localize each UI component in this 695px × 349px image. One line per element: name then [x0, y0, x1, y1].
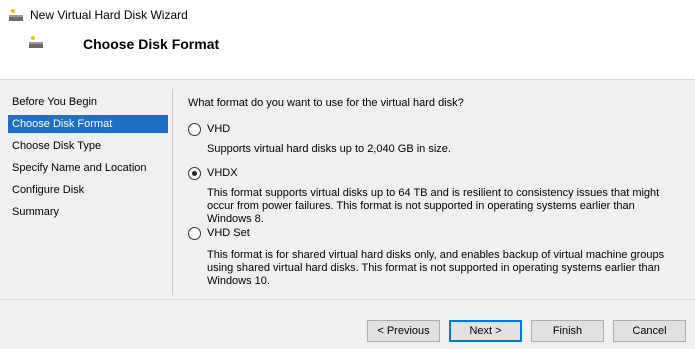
cancel-button[interactable]: Cancel — [613, 320, 686, 342]
description-vhd: Supports virtual hard disks up to 2,040 … — [207, 143, 451, 155]
description-vhd-set: This format is for shared virtual hard d… — [207, 249, 665, 287]
radio-label-vhd-set[interactable]: VHD Set — [207, 227, 250, 239]
title-bar: New Virtual Hard Disk Wizard — [0, 0, 695, 30]
radio-vhd[interactable]: VHD — [188, 121, 230, 137]
nav-item-configure-disk[interactable]: Configure Disk — [8, 181, 168, 199]
virtual-disk-icon — [9, 9, 23, 21]
virtual-disk-icon — [29, 36, 43, 48]
nav-item-specify-name-location[interactable]: Specify Name and Location — [8, 159, 168, 177]
previous-button[interactable]: < Previous — [367, 320, 440, 342]
radio-label-vhdx[interactable]: VHDX — [207, 167, 238, 179]
nav-item-choose-disk-type[interactable]: Choose Disk Type — [8, 137, 168, 155]
nav-item-choose-disk-format[interactable]: Choose Disk Format — [8, 115, 168, 133]
radio-button[interactable] — [188, 122, 201, 136]
radio-label-vhd[interactable]: VHD — [207, 123, 230, 135]
page-title: Choose Disk Format — [83, 36, 220, 52]
nav-item-before-you-begin[interactable]: Before You Begin — [8, 93, 168, 111]
footer-separator — [0, 299, 695, 300]
radio-vhd-set[interactable]: VHD Set — [188, 225, 250, 241]
description-vhdx: This format supports virtual disks up to… — [207, 187, 660, 225]
nav-separator — [172, 89, 173, 295]
wizard-body: Before You Begin Choose Disk Format Choo… — [0, 81, 695, 349]
format-question: What format do you want to use for the v… — [188, 97, 464, 109]
finish-button[interactable]: Finish — [531, 320, 604, 342]
radio-button[interactable] — [188, 226, 201, 240]
radio-vhdx[interactable]: VHDX — [188, 165, 238, 181]
window-title: New Virtual Hard Disk Wizard — [30, 8, 188, 22]
nav-item-summary[interactable]: Summary — [8, 203, 168, 221]
next-button[interactable]: Next > — [449, 320, 522, 342]
wizard-header: Choose Disk Format — [0, 30, 695, 80]
radio-button-selected[interactable] — [188, 166, 201, 180]
